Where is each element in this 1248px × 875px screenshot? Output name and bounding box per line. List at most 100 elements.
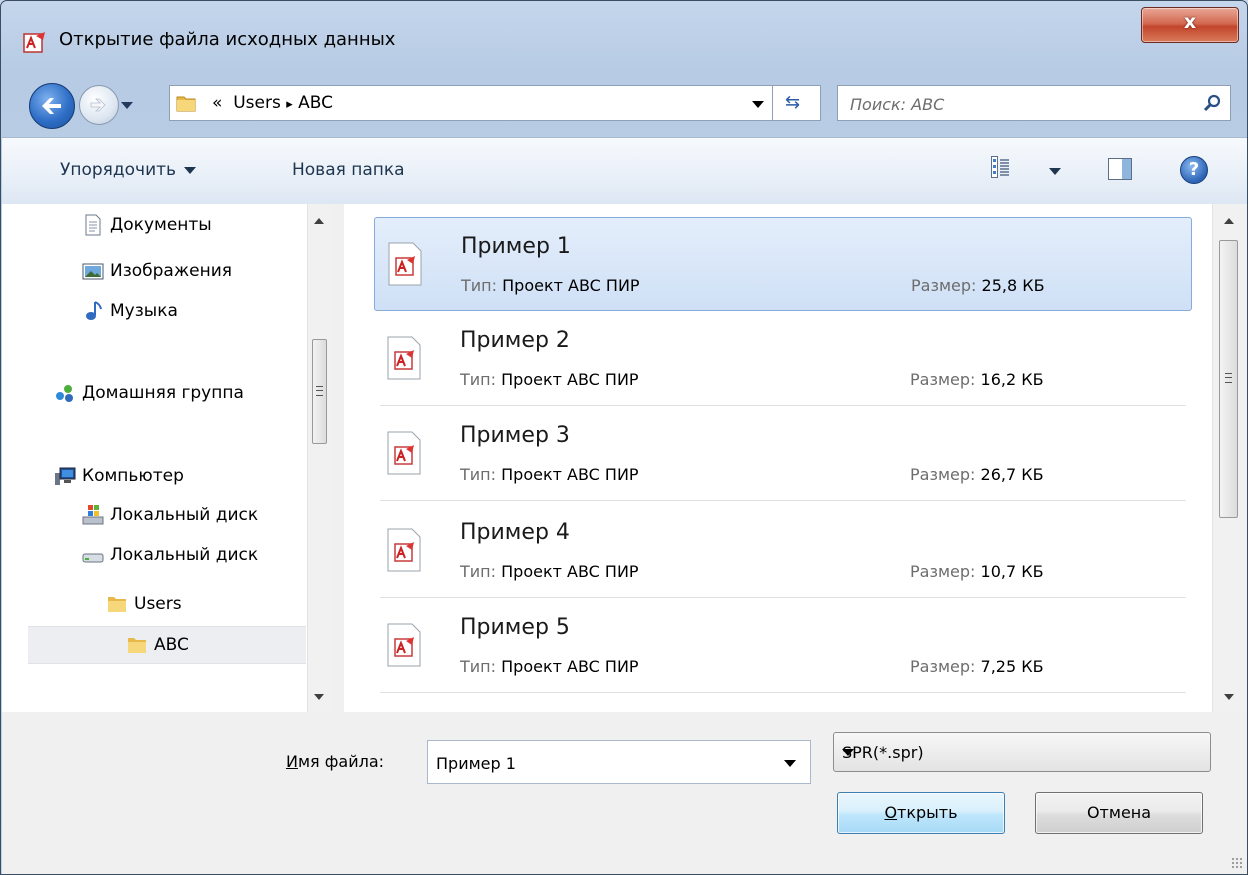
dialog-footer: Имя файла: SPR(*.spr) Открыть Отмена <box>2 712 1247 874</box>
search-box[interactable] <box>837 85 1231 121</box>
cancel-button[interactable]: Отмена <box>1035 792 1203 834</box>
file-item[interactable]: Пример 2 Тип: Проект ABC ПИР Размер: 16,… <box>374 312 1192 406</box>
sidebar-item-music[interactable]: Музыка <box>82 294 178 328</box>
sidebar-item-label: Компьютер <box>82 466 184 486</box>
size-value: 7,25 КБ <box>980 657 1044 676</box>
sidebar-item-pictures[interactable]: Изображения <box>82 254 232 288</box>
file-type-select[interactable]: SPR(*.spr) <box>833 732 1211 772</box>
file-name-combobox[interactable] <box>427 740 811 784</box>
arrow-left-icon <box>42 98 61 114</box>
file-item[interactable]: Пример 5 Тип: Проект ABC ПИР Размер: 7,2… <box>374 599 1192 693</box>
breadcrumb-overflow[interactable]: « <box>212 93 222 113</box>
row-divider <box>380 692 1186 693</box>
search-input[interactable] <box>848 91 1192 117</box>
chevron-down-icon <box>184 166 197 174</box>
sidebar-item-abc[interactable]: ABC <box>28 626 306 664</box>
grip-icon <box>316 386 323 396</box>
size-value: 26,7 КБ <box>980 465 1044 484</box>
scroll-down-icon[interactable] <box>314 694 324 700</box>
file-type-value: SPR(*.spr) <box>842 743 924 762</box>
size-value: 10,7 КБ <box>980 562 1044 581</box>
row-divider <box>380 500 1186 501</box>
file-size: Размер: 26,7 КБ <box>910 465 1044 484</box>
search-icon[interactable] <box>1202 93 1222 113</box>
help-icon[interactable]: ? <box>1180 156 1208 184</box>
navigation-pane[interactable]: Документы Изображения Музыка Домашняя гр… <box>2 204 332 712</box>
scroll-down-icon[interactable] <box>1224 694 1234 700</box>
sidebar-item-system-drive[interactable]: Локальный диск <box>82 498 307 532</box>
sidebar-item-homegroup[interactable]: Домашняя группа <box>54 376 307 410</box>
file-item[interactable]: Пример 3 Тип: Проект ABC ПИР Размер: 26,… <box>374 407 1192 501</box>
breadcrumb-abc[interactable]: ABC <box>298 93 333 113</box>
sidebar-item-local-drive[interactable]: Локальный диск <box>82 538 307 572</box>
organize-menu-button[interactable]: Упорядочить <box>60 160 197 180</box>
row-divider <box>380 597 1186 598</box>
new-folder-button[interactable]: Новая папка <box>292 160 405 180</box>
sidebar-item-label: Users <box>134 594 182 614</box>
homegroup-icon <box>56 385 73 402</box>
type-label: Тип: <box>460 465 497 484</box>
forward-button[interactable] <box>79 85 119 125</box>
file-name-input[interactable] <box>434 751 768 775</box>
abc-project-file-icon <box>387 336 421 380</box>
access-key: И <box>286 752 298 771</box>
scrollbar-thumb[interactable] <box>1219 240 1238 518</box>
breadcrumb-separator-icon[interactable]: ▸ <box>286 97 293 112</box>
scroll-up-icon[interactable] <box>1224 218 1234 224</box>
resize-grip-icon[interactable] <box>1231 857 1243 869</box>
window-title: Открытие файла исходных данных <box>59 29 396 50</box>
close-icon: x <box>1183 11 1197 33</box>
open-button[interactable]: Открыть <box>837 792 1005 834</box>
open-label: ткрыть <box>897 803 958 822</box>
file-name-label: Имя файла: <box>286 752 384 771</box>
view-options-dropdown[interactable] <box>1049 168 1061 175</box>
recent-locations-dropdown[interactable] <box>121 102 133 109</box>
sidebar-item-computer[interactable]: Компьютер <box>54 459 184 493</box>
sidebar-item-label: ABC <box>154 635 189 655</box>
organize-label: Упорядочить <box>60 160 177 180</box>
pane-splitter[interactable] <box>332 204 344 712</box>
sidebar-item-users[interactable]: Users <box>106 587 182 621</box>
type-label: Тип: <box>461 276 498 295</box>
address-dropdown-icon[interactable] <box>752 101 764 108</box>
navigation-scrollbar[interactable] <box>307 204 332 712</box>
title-bar[interactable]: Открытие файла исходных данных x <box>1 1 1247 71</box>
new-folder-label: Новая папка <box>292 160 405 180</box>
file-type: Тип: Проект ABC ПИР <box>460 562 639 581</box>
refresh-button[interactable]: ⇆ <box>773 85 821 121</box>
file-type: Тип: Проект ABC ПИР <box>460 657 639 676</box>
scroll-up-icon[interactable] <box>314 218 324 224</box>
command-bar: Упорядочить Новая папка ? <box>2 137 1247 205</box>
scrollbar-thumb[interactable] <box>312 339 327 444</box>
sidebar-item-documents[interactable]: Документы <box>82 208 212 242</box>
file-name: Пример 2 <box>460 328 570 353</box>
size-label: Размер: <box>911 276 977 295</box>
pictures-icon <box>82 263 104 280</box>
breadcrumb-users[interactable]: Users <box>233 93 281 113</box>
arrow-right-icon <box>90 98 106 112</box>
back-button[interactable] <box>29 83 75 129</box>
music-icon <box>86 301 102 320</box>
file-size: Размер: 7,25 КБ <box>910 657 1044 676</box>
sidebar-item-label: Изображения <box>110 261 233 281</box>
file-size: Размер: 25,8 КБ <box>911 276 1045 295</box>
folder-icon <box>108 597 126 612</box>
address-bar[interactable]: « Users ▸ ABC <box>169 85 773 121</box>
chevron-down-icon[interactable] <box>784 760 796 767</box>
size-label: Размер: <box>910 370 976 389</box>
file-name-label-text: мя файла: <box>297 752 385 771</box>
file-list-scrollbar[interactable] <box>1212 204 1247 712</box>
chevron-down-icon <box>842 749 854 756</box>
refresh-icon: ⇆ <box>785 92 801 113</box>
sidebar-item-label: Локальный диск <box>110 545 259 565</box>
file-item[interactable]: Пример 1 Тип: Проект ABC ПИР Размер: 25,… <box>374 217 1192 311</box>
dialog-content: Документы Изображения Музыка Домашняя гр… <box>2 204 1247 712</box>
change-view-icon[interactable] <box>991 156 1009 178</box>
file-size: Размер: 10,7 КБ <box>910 562 1044 581</box>
file-list[interactable]: Пример 1 Тип: Проект ABC ПИР Размер: 25,… <box>344 204 1212 712</box>
file-item[interactable]: Пример 4 Тип: Проект ABC ПИР Размер: 10,… <box>374 504 1192 598</box>
preview-pane-icon[interactable] <box>1108 158 1132 180</box>
grip-icon <box>1225 373 1232 383</box>
system-drive-icon <box>82 505 104 525</box>
close-button[interactable]: x <box>1141 7 1239 43</box>
